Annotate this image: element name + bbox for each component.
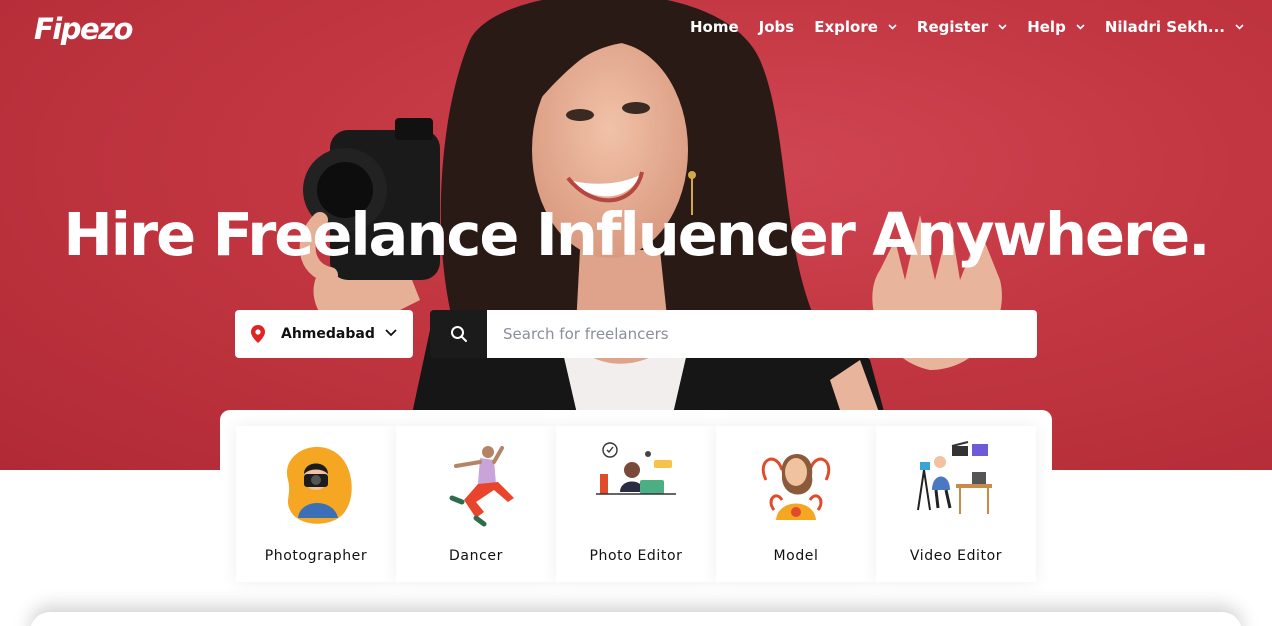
main-nav: Home Jobs Explore Register Help Niladri … xyxy=(670,18,1244,36)
nav-user-menu[interactable]: Niladri Sekh... xyxy=(1105,18,1244,36)
nav-user-label: Niladri Sekh... xyxy=(1104,18,1225,36)
category-label: Photographer xyxy=(264,548,368,564)
category-label: Video Editor xyxy=(909,548,1003,564)
chevron-down-icon xyxy=(385,329,397,337)
nav-home[interactable]: Home xyxy=(690,18,739,36)
category-card-dancer[interactable]: Dancer xyxy=(396,426,556,582)
category-label: Dancer xyxy=(449,548,503,564)
category-card-photographer[interactable]: Photographer xyxy=(236,426,396,582)
top-navbar: Fipezo Home Jobs Explore Register Help N… xyxy=(0,0,1272,58)
location-pin-icon xyxy=(251,325,265,343)
chevron-down-icon xyxy=(888,24,897,30)
video-editor-illustration xyxy=(917,441,992,514)
category-card-photo-editor[interactable]: Photo Editor xyxy=(556,426,716,582)
next-section-edge xyxy=(30,612,1242,626)
nav-jobs-label: Jobs xyxy=(758,18,795,36)
search-input[interactable] xyxy=(487,310,1037,358)
nav-explore-label: Explore xyxy=(814,18,878,36)
location-select[interactable]: Ahmedabad xyxy=(235,310,413,358)
search-button[interactable] xyxy=(430,310,487,358)
category-card-video-editor[interactable]: Video Editor xyxy=(876,426,1036,582)
nav-home-label: Home xyxy=(690,18,739,36)
location-value: Ahmedabad xyxy=(281,326,375,342)
nav-help[interactable]: Help xyxy=(1027,18,1085,36)
category-panel: Photographer Dancer Photo Editor Model V… xyxy=(220,410,1052,598)
chevron-down-icon xyxy=(1235,24,1244,30)
chevron-down-icon xyxy=(1076,24,1085,30)
model-illustration xyxy=(761,454,831,520)
dancer-illustration xyxy=(449,446,514,527)
photographer-illustration xyxy=(286,446,352,524)
brand-logo[interactable]: Fipezo xyxy=(34,12,133,46)
chevron-down-icon xyxy=(998,24,1007,30)
nav-explore[interactable]: Explore xyxy=(814,18,897,36)
hero-headline: Hire Freelance Influencer Anywhere. xyxy=(63,200,1210,269)
category-label: Photo Editor xyxy=(589,548,683,564)
nav-jobs[interactable]: Jobs xyxy=(759,18,795,36)
photo-editor-illustration xyxy=(596,442,676,495)
nav-register[interactable]: Register xyxy=(917,18,1007,36)
search-icon xyxy=(450,326,467,342)
nav-help-label: Help xyxy=(1027,18,1066,36)
nav-register-label: Register xyxy=(916,18,989,36)
category-label: Model xyxy=(773,548,819,564)
category-card-model[interactable]: Model xyxy=(716,426,876,582)
